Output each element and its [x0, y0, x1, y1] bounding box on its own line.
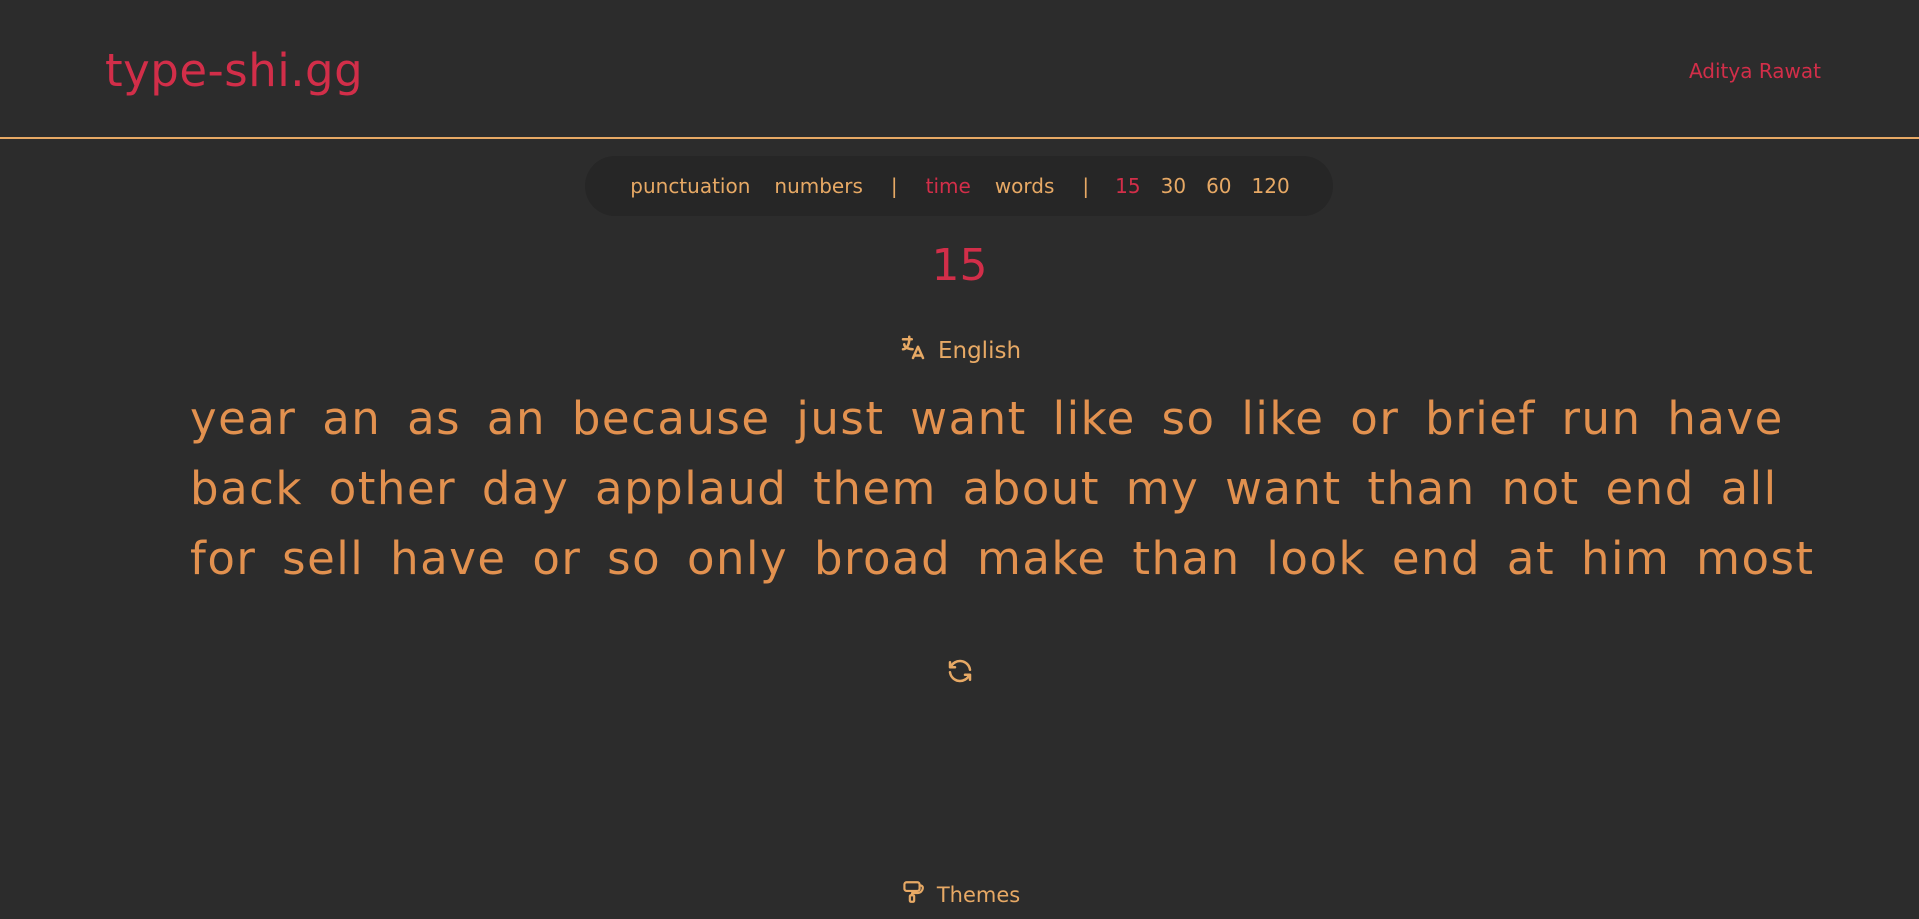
countdown-timer: 15 [931, 240, 988, 291]
punctuation-toggle[interactable]: punctuation [630, 174, 750, 198]
words-line: year an as an because just want like so … [190, 392, 1784, 445]
restart-button[interactable] [943, 656, 977, 690]
user-name-link[interactable]: Aditya Rawat [1689, 59, 1821, 83]
mode-time-button[interactable]: time [926, 174, 971, 198]
test-config-toolbar: punctuation numbers | time words | 15 30… [585, 156, 1333, 216]
duration-60-button[interactable]: 60 [1206, 174, 1231, 198]
language-label: English [937, 338, 1022, 364]
language-selector[interactable]: English [0, 333, 1919, 369]
duration-30-button[interactable]: 30 [1161, 174, 1186, 198]
translate-icon [898, 333, 938, 369]
logo[interactable]: type-shi.gg [105, 44, 363, 97]
words-line: for sell have or so only broad make than… [190, 532, 1815, 585]
duration-15-button[interactable]: 15 [1115, 174, 1140, 198]
toolbar-separator: | [890, 174, 898, 198]
themes-label: Themes [936, 882, 1021, 907]
themes-button[interactable]: Themes [0, 877, 1919, 912]
paint-brush-icon [899, 877, 937, 912]
words-line: back other day applaud them about my wan… [190, 462, 1778, 515]
duration-120-button[interactable]: 120 [1252, 174, 1290, 198]
refresh-icon [945, 656, 975, 690]
numbers-toggle[interactable]: numbers [774, 174, 862, 198]
mode-words-button[interactable]: words [995, 174, 1055, 198]
typing-test-words[interactable]: year an as an because just want like so … [190, 384, 1815, 594]
toolbar-separator: | [1082, 174, 1090, 198]
header: type-shi.gg Aditya Rawat [0, 0, 1919, 139]
